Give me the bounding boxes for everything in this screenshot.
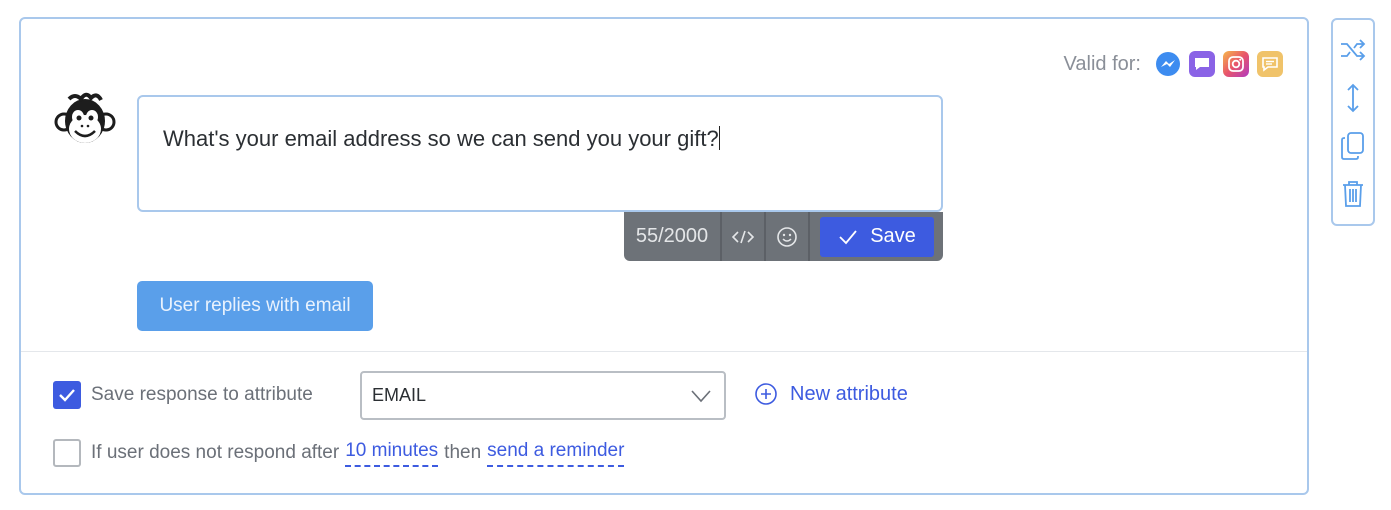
- send-reminder-link[interactable]: send a reminder: [487, 440, 625, 467]
- save-button[interactable]: Save: [820, 216, 934, 257]
- reminder-row: If user does not respond after 10 minute…: [53, 439, 630, 467]
- attribute-select[interactable]: EMAIL: [360, 371, 726, 420]
- live-chat-icon: [1189, 51, 1215, 77]
- character-count: 55/2000: [624, 212, 722, 261]
- vertical-arrows-icon: [1347, 83, 1359, 113]
- message-text: What's your email address so we can send…: [163, 126, 719, 151]
- valid-for-label: Valid for:: [1063, 52, 1141, 75]
- valid-for-channels: Valid for:: [1064, 51, 1283, 77]
- shuffle-icon: [1341, 39, 1366, 61]
- copy-icon: [1341, 132, 1364, 160]
- reminder-prefix: If user does not respond after: [91, 442, 340, 463]
- instagram-icon: [1223, 51, 1249, 77]
- save-button-label: Save: [870, 225, 916, 247]
- delete-button[interactable]: [1337, 175, 1369, 213]
- message-card: Valid for: What's your email address so …: [19, 17, 1309, 495]
- code-icon: [731, 230, 755, 243]
- side-toolbar: [1331, 18, 1375, 226]
- code-button[interactable]: [722, 212, 766, 261]
- monkey-avatar-icon: [53, 91, 117, 155]
- divider: [21, 351, 1307, 352]
- check-icon: [839, 229, 857, 244]
- move-button[interactable]: [1337, 79, 1369, 117]
- emoji-icon: [777, 226, 797, 247]
- messenger-icon: [1155, 51, 1181, 77]
- user-replies-button[interactable]: User replies with email: [137, 281, 373, 331]
- emoji-button[interactable]: [766, 212, 810, 261]
- new-attribute-button[interactable]: New attribute: [754, 382, 908, 406]
- save-attribute-checkbox[interactable]: [53, 381, 81, 409]
- check-icon: [59, 389, 75, 402]
- duration-link[interactable]: 10 minutes: [345, 440, 439, 467]
- message-toolbar: 55/2000 Save: [624, 212, 943, 261]
- reminder-checkbox[interactable]: [53, 439, 81, 467]
- message-text-input[interactable]: What's your email address so we can send…: [137, 95, 943, 212]
- save-attribute-row: Save response to attribute: [53, 372, 313, 418]
- plus-circle-icon: [755, 383, 777, 405]
- attribute-select-value: EMAIL: [372, 385, 427, 405]
- randomize-button[interactable]: [1337, 31, 1369, 69]
- trash-icon: [1343, 181, 1363, 207]
- chevron-down-icon: [691, 389, 711, 402]
- save-attribute-label: Save response to attribute: [91, 384, 313, 405]
- sms-icon: [1257, 51, 1283, 77]
- duplicate-button[interactable]: [1337, 127, 1369, 165]
- text-caret: [718, 126, 720, 150]
- new-attribute-label: New attribute: [790, 382, 908, 405]
- reminder-middle: then: [444, 442, 482, 463]
